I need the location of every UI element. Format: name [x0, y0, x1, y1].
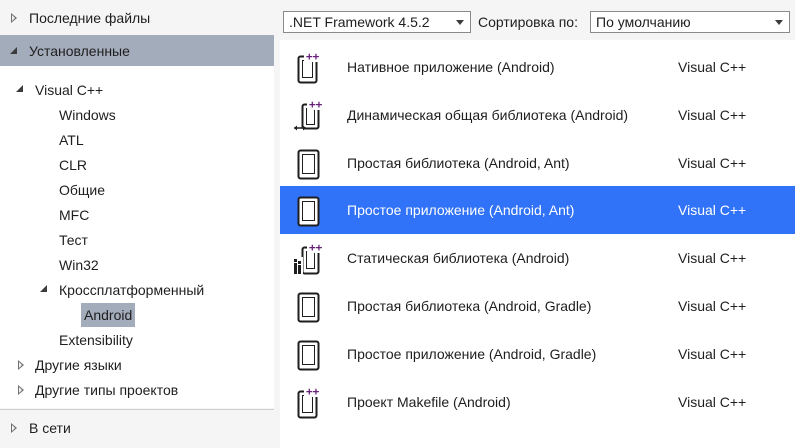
tree-item-mfc[interactable]: MFC: [59, 203, 89, 227]
sort-label: Сортировка по:: [478, 14, 578, 30]
phone-icon: [297, 196, 320, 227]
template-name: Простое приложение (Android, Gradle): [347, 346, 597, 362]
native-app-icon: ++: [297, 50, 324, 84]
tree-item-general[interactable]: Общие: [59, 178, 105, 202]
tree-item-test[interactable]: Тест: [59, 228, 88, 252]
template-row-native-app[interactable]: ++ Нативное приложение (Android) Visual …: [280, 43, 795, 91]
makefile-icon: ++: [297, 385, 324, 419]
template-name: Простое приложение (Android, Ant): [347, 202, 575, 218]
section-installed[interactable]: Установленные: [0, 35, 274, 66]
section-online[interactable]: В сети: [0, 412, 274, 443]
template-name: Нативное приложение (Android): [347, 59, 555, 75]
template-name: Проект Makefile (Android): [347, 394, 511, 410]
template-row-simple-library-ant[interactable]: Простая библиотека (Android, Ant) Visual…: [280, 139, 795, 187]
sort-value: По умолчанию: [596, 14, 691, 30]
template-language: Visual C++: [678, 59, 747, 75]
tree-item-win32[interactable]: Win32: [59, 253, 99, 277]
framework-dropdown[interactable]: .NET Framework 4.5.2: [283, 11, 471, 33]
collapse-arrow-icon[interactable]: [40, 285, 47, 292]
expand-arrow-icon[interactable]: [11, 423, 17, 433]
dynamic-library-icon: ++: [294, 98, 327, 131]
template-name: Динамическая общая библиотека (Android): [347, 107, 629, 123]
phone-icon: [297, 340, 320, 371]
svg-text:++: ++: [306, 50, 320, 63]
template-language: Visual C++: [678, 346, 747, 362]
chevron-down-icon: [775, 20, 783, 25]
section-installed-label: Установленные: [29, 42, 130, 59]
template-name: Простая библиотека (Android, Gradle): [347, 298, 592, 314]
svg-text:++: ++: [309, 98, 323, 111]
template-row-static-library[interactable]: ++ Статическая библиотека (Android) Visu…: [280, 234, 795, 282]
left-pane: Последние файлы Установленные Visual C++…: [0, 0, 274, 448]
template-language: Visual C++: [678, 107, 747, 123]
tree-item-clr[interactable]: CLR: [59, 153, 87, 177]
template-list: ++ Нативное приложение (Android) Visual …: [280, 40, 795, 448]
phone-icon: [297, 149, 320, 180]
tree-item-extensibility[interactable]: Extensibility: [59, 328, 133, 352]
section-online-label: В сети: [29, 419, 71, 436]
tree-item-other-project-types[interactable]: Другие типы проектов: [35, 378, 178, 402]
right-pane: .NET Framework 4.5.2 Сортировка по: По у…: [280, 0, 795, 448]
template-language: Visual C++: [678, 394, 747, 410]
tree-item-windows[interactable]: Windows: [59, 103, 116, 127]
tree-item-android[interactable]: Android: [81, 303, 136, 327]
section-recent[interactable]: Последние файлы: [0, 2, 274, 33]
sort-dropdown[interactable]: По умолчанию: [590, 11, 790, 33]
framework-value: .NET Framework 4.5.2: [289, 14, 430, 30]
expand-arrow-icon[interactable]: [18, 385, 24, 395]
template-row-simple-app-gradle[interactable]: Простое приложение (Android, Gradle) Vis…: [280, 330, 795, 378]
template-name: Статическая библиотека (Android): [347, 250, 570, 266]
expand-arrow-icon[interactable]: [11, 13, 17, 23]
tree-item-visual-cpp[interactable]: Visual C++: [35, 78, 103, 102]
phone-icon: [297, 292, 320, 323]
template-tree: Visual C++ Windows ATL CLR Общие MFC Тес…: [0, 66, 274, 408]
template-row-simple-app-ant[interactable]: Простое приложение (Android, Ant) Visual…: [280, 186, 795, 234]
static-library-icon: ++: [293, 241, 327, 275]
template-row-simple-library-gradle[interactable]: Простая библиотека (Android, Gradle) Vis…: [280, 282, 795, 330]
template-row-dynamic-library[interactable]: ++ Динамическая общая библиотека (Androi…: [280, 91, 795, 139]
template-language: Visual C++: [678, 298, 747, 314]
toolbar: .NET Framework 4.5.2 Сортировка по: По у…: [280, 0, 795, 40]
template-language: Visual C++: [678, 202, 747, 218]
collapse-arrow-icon[interactable]: [16, 85, 23, 92]
svg-text:++: ++: [309, 241, 323, 254]
tree-item-atl[interactable]: ATL: [59, 128, 84, 152]
template-language: Visual C++: [678, 250, 747, 266]
collapse-arrow-icon[interactable]: [10, 47, 17, 54]
section-recent-label: Последние файлы: [29, 9, 151, 26]
svg-text:++: ++: [306, 385, 320, 398]
template-language: Visual C++: [678, 155, 747, 171]
template-row-makefile[interactable]: ++ Проект Makefile (Android) Visual C++: [280, 378, 795, 426]
tree-item-other-languages[interactable]: Другие языки: [35, 353, 122, 377]
divider: [0, 409, 274, 410]
template-name: Простая библиотека (Android, Ant): [347, 155, 570, 171]
tree-item-cross-platform[interactable]: Кроссплатформенный: [59, 278, 204, 302]
expand-arrow-icon[interactable]: [18, 360, 24, 370]
chevron-down-icon: [456, 20, 464, 25]
